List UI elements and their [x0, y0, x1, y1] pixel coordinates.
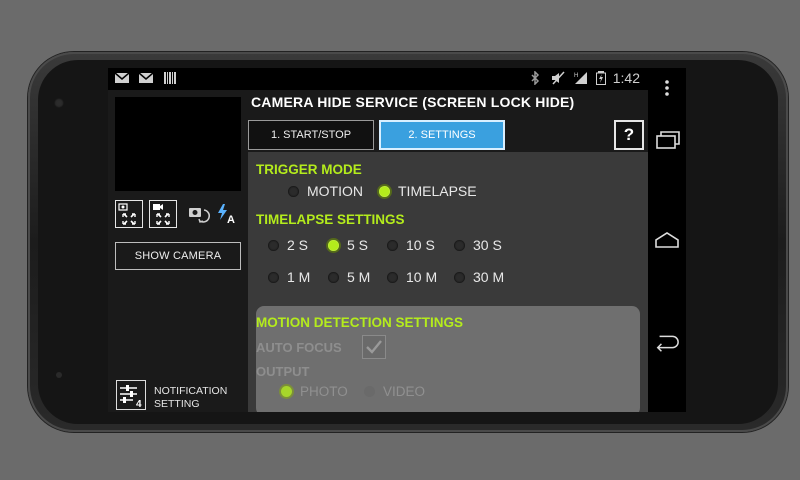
status-time: 1:42	[612, 70, 640, 86]
output-option-video[interactable]: VIDEO	[364, 384, 425, 399]
interval-option-30m[interactable]: 30 M	[454, 269, 504, 285]
option-label: PHOTO	[300, 384, 348, 399]
option-label: 5 S	[347, 237, 369, 253]
barcode-icon	[164, 72, 176, 84]
radio-icon	[454, 271, 465, 283]
option-label: 10 M	[406, 269, 438, 285]
interval-option-1m[interactable]: 1 M	[268, 269, 310, 285]
interval-option-5s[interactable]: 5 S	[328, 237, 368, 253]
timelapse-settings-heading: TIMELAPSE SETTINGS	[256, 212, 405, 227]
help-button[interactable]: ?	[614, 120, 644, 150]
settings-content: TRIGGER MODE MOTION TIMELAPSE TIMELAPSE …	[248, 152, 648, 412]
trigger-option-timelapse[interactable]: TIMELAPSE	[379, 183, 477, 199]
radio-icon	[387, 271, 398, 283]
mute-icon	[551, 71, 565, 85]
radio-icon	[387, 239, 398, 251]
app-window: A SHOW CAMERA 4 NOTIFICATION SETTING CAM…	[108, 90, 648, 412]
option-label: TIMELAPSE	[398, 183, 477, 199]
interval-option-2s[interactable]: 2 S	[268, 237, 308, 253]
interval-option-30s[interactable]: 30 S	[454, 237, 502, 253]
auto-focus-label: AUTO FOCUS	[256, 340, 342, 355]
back-icon[interactable]	[654, 330, 680, 354]
bluetooth-icon	[531, 71, 539, 85]
interval-option-10s[interactable]: 10 S	[387, 237, 435, 253]
option-label: 5 M	[347, 269, 371, 285]
interval-option-5m[interactable]: 5 M	[328, 269, 370, 285]
tab-start-stop[interactable]: 1. START/STOP	[248, 120, 374, 150]
radio-selected-icon	[281, 386, 292, 397]
output-option-photo[interactable]: PHOTO	[281, 384, 348, 399]
video-expand-icon	[153, 204, 170, 225]
sliders-icon: 4	[120, 385, 142, 410]
motion-detection-heading: MOTION DETECTION SETTINGS	[256, 315, 464, 330]
auto-flash-button[interactable]: A	[214, 200, 240, 226]
camera-preview	[115, 97, 241, 191]
microphone-dot	[56, 372, 62, 378]
auto-focus-checkbox[interactable]	[362, 335, 386, 359]
overflow-menu-icon[interactable]	[654, 76, 680, 100]
radio-icon	[328, 271, 339, 283]
trigger-mode-heading: TRIGGER MODE	[256, 162, 362, 177]
status-bar: H 1:42	[108, 68, 648, 90]
camera-switch-icon	[189, 208, 210, 223]
video-fullscreen-button[interactable]	[149, 200, 177, 228]
show-camera-button[interactable]: SHOW CAMERA	[115, 242, 241, 270]
photo-expand-icon	[118, 203, 136, 225]
interval-option-10m[interactable]: 10 M	[387, 269, 437, 285]
svg-text:A: A	[227, 214, 235, 226]
radio-icon	[268, 271, 279, 283]
switch-camera-button[interactable]	[186, 200, 212, 226]
system-nav-bar	[648, 68, 686, 412]
svg-text:H: H	[574, 73, 578, 79]
main-panel: CAMERA HIDE SERVICE (SCREEN LOCK HIDE) 1…	[248, 90, 648, 412]
notification-setting-label[interactable]: NOTIFICATION SETTING	[154, 385, 227, 411]
photo-fullscreen-button[interactable]	[115, 200, 143, 228]
motion-detection-panel: MOTION DETECTION SETTINGS AUTO FOCUS OUT…	[256, 306, 640, 412]
battery-icon	[595, 71, 606, 85]
radio-icon	[454, 239, 465, 251]
trigger-option-motion[interactable]: MOTION	[288, 183, 363, 199]
notification-badge: 4	[136, 399, 142, 409]
radio-icon	[268, 239, 279, 251]
tab-settings[interactable]: 2. SETTINGS	[379, 120, 505, 150]
option-label: 30 S	[473, 237, 502, 253]
checkmark-icon	[366, 340, 382, 354]
auto-flash-icon: A	[218, 204, 235, 226]
signal-h-icon: H	[574, 72, 587, 84]
phone-screen: H 1:42 A SHOW CAMERA 4 NOTIFICATION SETT…	[108, 68, 686, 412]
radio-icon	[288, 185, 299, 197]
notification-label-line1: NOTIFICATION	[154, 385, 228, 397]
mail-icon	[138, 72, 154, 83]
radio-selected-icon	[328, 239, 339, 251]
home-icon[interactable]	[654, 228, 680, 252]
notification-label-line2: SETTING	[154, 398, 200, 410]
mail-icon	[114, 72, 130, 83]
page-title: CAMERA HIDE SERVICE (SCREEN LOCK HIDE)	[251, 94, 575, 110]
recent-apps-icon[interactable]	[654, 128, 680, 152]
front-camera-dot	[54, 98, 64, 108]
option-label: 30 M	[473, 269, 505, 285]
radio-selected-icon	[379, 185, 390, 197]
option-label: VIDEO	[383, 384, 426, 399]
notification-setting-button[interactable]: 4	[116, 380, 146, 410]
option-label: 2 S	[287, 237, 309, 253]
option-label: MOTION	[307, 183, 363, 199]
option-label: 1 M	[287, 269, 311, 285]
option-label: 10 S	[406, 237, 435, 253]
radio-icon	[364, 386, 375, 397]
output-label: OUTPUT	[256, 364, 310, 379]
left-panel: A SHOW CAMERA 4 NOTIFICATION SETTING	[108, 90, 248, 412]
